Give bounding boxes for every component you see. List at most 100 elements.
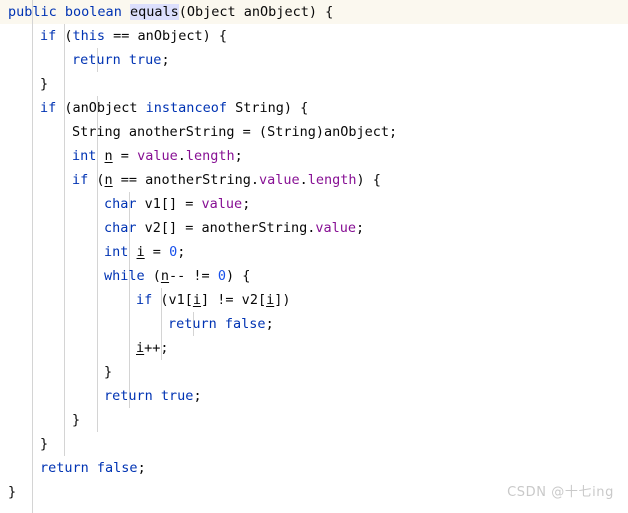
code-line[interactable]: if (anObject instanceof String) { <box>0 96 628 120</box>
code-content[interactable]: public boolean equals(Object anObject) {… <box>0 0 628 504</box>
code-line[interactable]: } <box>0 432 628 456</box>
code-token-punct: ( <box>178 4 187 20</box>
code-line[interactable]: return true; <box>0 48 628 72</box>
code-token-kw: public <box>8 4 57 20</box>
code-token-plain: == anotherString. <box>112 172 259 188</box>
code-token-var-u: i <box>136 244 145 260</box>
code-token-kw: int <box>104 244 129 260</box>
code-token-field: length <box>185 148 235 164</box>
code-line[interactable]: if (v1[i] != v2[i]) <box>0 288 628 312</box>
code-token-kw: if <box>136 292 153 308</box>
code-line[interactable]: return false; <box>0 456 628 480</box>
code-token-kw: return <box>40 460 89 476</box>
code-token-punct: . <box>177 148 186 164</box>
code-token-field: value <box>315 220 356 236</box>
code-token-field: value <box>201 196 243 212</box>
code-token-punct: ; <box>265 316 274 332</box>
code-line[interactable]: } <box>0 72 628 96</box>
code-token-punct: ++; <box>144 340 169 356</box>
code-token-punct: (anObject <box>56 100 146 116</box>
code-line[interactable]: if (this == anObject) { <box>0 24 628 48</box>
code-editor[interactable]: public boolean equals(Object anObject) {… <box>0 0 628 513</box>
code-line[interactable]: char v1[] = value; <box>0 192 628 216</box>
code-token-kw: boolean <box>64 4 122 20</box>
code-token-kw: char <box>104 220 137 236</box>
code-token-plain: ] != v2[ <box>201 292 267 308</box>
code-token-punct: } <box>104 364 113 380</box>
code-line[interactable]: } <box>0 360 628 384</box>
code-token-var-u: i <box>136 340 145 356</box>
code-token-punct: ; <box>234 148 243 164</box>
code-token-kw: if <box>40 28 57 44</box>
code-token-plain: (v1[ <box>152 292 193 308</box>
code-line[interactable]: return false; <box>0 312 628 336</box>
code-token-var-u: i <box>192 292 202 308</box>
code-token-punct: } <box>8 484 17 500</box>
code-token-kw: false <box>224 316 266 332</box>
code-token-punct: ) { <box>225 268 251 284</box>
code-token-punct: ; <box>177 244 186 260</box>
code-token-var-u: n <box>104 148 113 164</box>
code-token-kw: return <box>168 316 217 332</box>
code-token-punct: String) { <box>226 100 309 116</box>
code-token-kw: int <box>72 148 97 164</box>
code-line[interactable]: if (n == anotherString.value.length) { <box>0 168 628 192</box>
code-token-plain: v1[] = <box>136 196 202 212</box>
code-token-punct: ; <box>137 460 146 476</box>
code-token-plain: Object <box>186 4 236 20</box>
code-token-kw: return <box>72 52 121 68</box>
code-token-punct: } <box>40 436 49 452</box>
code-token-punct: } <box>40 76 49 92</box>
code-token-field: value <box>258 172 300 188</box>
code-token-punct: ; <box>355 220 365 236</box>
code-line[interactable]: public boolean equals(Object anObject) { <box>0 0 628 24</box>
code-token-kw: char <box>104 196 137 212</box>
code-token-num: 0 <box>217 268 226 284</box>
code-token-punct: ]) <box>274 292 291 308</box>
code-token-num: 0 <box>169 244 178 260</box>
code-token-field: value <box>137 148 178 164</box>
code-token-var-u: i <box>266 292 275 308</box>
code-token-kw: this <box>72 28 106 44</box>
code-token-punct: = <box>112 148 138 164</box>
code-token-punct: ( <box>88 172 105 188</box>
code-token-punct: == anObject) { <box>105 28 227 44</box>
code-token-plain: anObject <box>235 4 309 20</box>
code-line[interactable]: int n = value.length; <box>0 144 628 168</box>
code-token-punct: ) { <box>308 4 334 20</box>
code-token-var-u: n <box>160 268 170 284</box>
code-token-kw: while <box>104 268 145 284</box>
code-line[interactable]: } <box>0 408 628 432</box>
code-line[interactable]: int i = 0; <box>0 240 628 264</box>
code-token-mname: equals <box>129 4 179 20</box>
code-token-kw: instanceof <box>145 100 227 116</box>
code-line[interactable]: i++; <box>0 336 628 360</box>
code-token-kw: if <box>40 100 57 116</box>
code-line[interactable]: char v2[] = anotherString.value; <box>0 216 628 240</box>
code-line[interactable]: while (n-- != 0) { <box>0 264 628 288</box>
code-token-punct: ; <box>193 388 202 404</box>
code-token-plain: String anotherString = (String)anObject; <box>72 124 398 140</box>
csdn-watermark: CSDN @十七ing <box>507 485 614 500</box>
code-token-punct: ; <box>242 196 251 212</box>
code-token-var-u: n <box>104 172 113 188</box>
code-line[interactable]: String anotherString = (String)anObject; <box>0 120 628 144</box>
code-token-punct: ) { <box>356 172 381 188</box>
code-token-plain: v2[] = anotherString. <box>136 220 316 236</box>
code-line[interactable]: return true; <box>0 384 628 408</box>
code-token-punct: ( <box>144 268 161 284</box>
code-token-punct: = <box>144 244 170 260</box>
code-token-punct: . <box>299 172 308 188</box>
code-token-kw: true <box>160 388 194 404</box>
code-token-kw: false <box>96 460 138 476</box>
code-token-field: length <box>307 172 357 188</box>
code-token-punct: ; <box>161 52 170 68</box>
code-token-kw: true <box>128 52 162 68</box>
